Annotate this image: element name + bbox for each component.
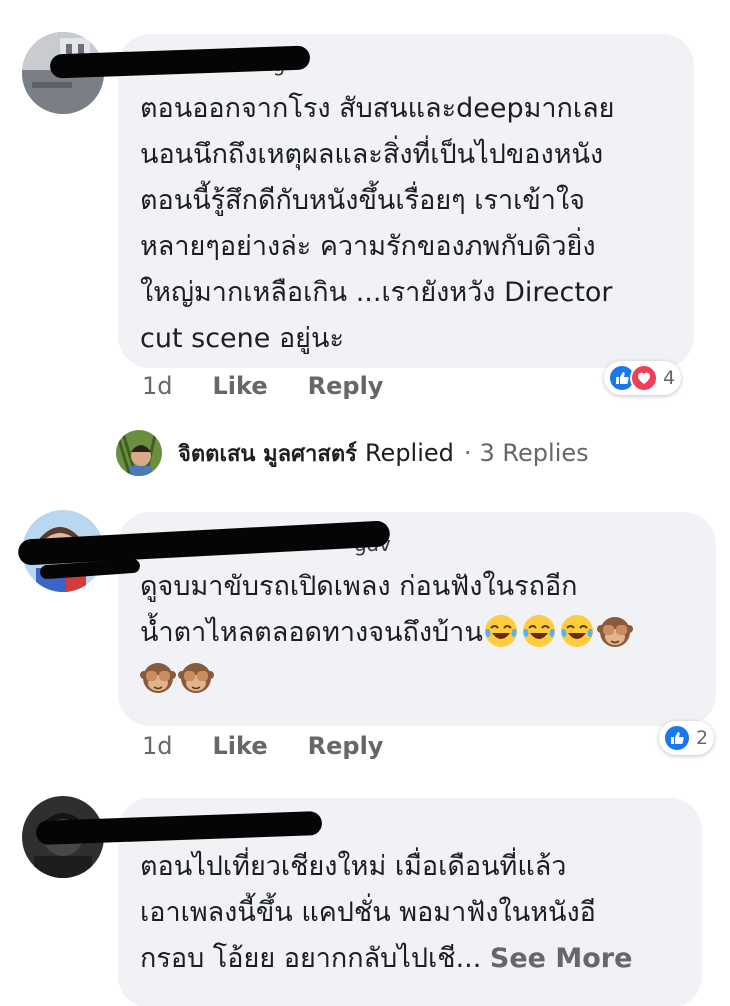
comment-meta: 1d Like Reply (142, 372, 383, 400)
comment-timestamp[interactable]: 1d (142, 732, 173, 760)
comment-timestamp[interactable]: 1d (142, 372, 173, 400)
see-no-evil-monkey-emoji (596, 617, 633, 647)
comment-text: ตอนออกจากโรง สับสนและdeepมากเลย นอนนึกถึ… (140, 86, 615, 362)
comment-line-text: น้ำตาไหลตลอดทางจนถึงบ้าน (140, 617, 483, 648)
comment-line (140, 656, 635, 702)
reaction-count: 4 (663, 367, 676, 389)
replier-name[interactable]: จิตตเสน มูลศาสตร์ (178, 436, 357, 471)
comment-line: ดูจบมาขับรถเปิดเพลง ก่อนฟังในรถอีก (140, 571, 578, 602)
comment-line-text: กรอบ โอ้ยย อยากกลับไปเชี... (140, 943, 482, 974)
love-icon (630, 364, 658, 392)
tears-of-joy-emoji (560, 615, 593, 647)
comment-text: ดูจบมาขับรถเปิดเพลง ก่อนฟังในรถอีก น้ำตา… (140, 564, 635, 702)
like-button[interactable]: Like (213, 372, 268, 400)
reaction-count: 2 (696, 727, 709, 749)
comment-line: นอนนึกถึงเหตุผลและสิ่งที่เป็นไปของหนัง (140, 139, 604, 170)
reply-count[interactable]: 3 Replies (480, 439, 589, 467)
comment-meta: 1d Like Reply (142, 732, 383, 760)
comment-text: ตอนไปเที่ยวเชียงใหม่ เมื่อเดือนที่แล้ว เ… (140, 844, 632, 982)
tears-of-joy-emoji (522, 615, 555, 647)
like-icon (663, 724, 691, 752)
reply-button[interactable]: Reply (308, 732, 384, 760)
comment-line: กรอบ โอ้ยย อยากกลับไปเชี... See More (140, 936, 632, 982)
comment-line: ตอนไปเที่ยวเชียงใหม่ เมื่อเดือนที่แล้ว (140, 851, 567, 882)
reaction-summary[interactable]: 2 (659, 721, 715, 755)
reply-button[interactable]: Reply (308, 372, 384, 400)
separator-dot: · (463, 439, 472, 467)
reply-status: Replied (364, 439, 454, 467)
comment-line: ใหญ่มากเหลือเกิน ...เรายังหวัง Director (140, 277, 613, 308)
comment-line: น้ำตาไหลตลอดทางจนถึงบ้าน (140, 610, 635, 656)
comment-line: ตอนออกจากโรง สับสนและdeepมากเลย (140, 93, 615, 124)
reaction-summary[interactable]: 4 (604, 361, 682, 395)
comment-line: หลายๆอย่างล่ะ ความรักของภพกับดิวยิ่ง (140, 231, 596, 262)
tears-of-joy-emoji (484, 615, 517, 647)
comment-line: cut scene อยู่นะ (140, 323, 344, 354)
see-no-evil-monkey-emoji (140, 663, 176, 693)
see-more-link[interactable]: See More (490, 943, 633, 974)
comment-line: ตอนนี้รู้สึกดีกับหนังขึ้นเรื่อยๆ เราเข้า… (140, 185, 585, 216)
see-no-evil-monkey-emoji (178, 663, 214, 693)
replier-avatar (116, 430, 162, 476)
view-replies-link[interactable]: จิตตเสน มูลศาสตร์ Replied · 3 Replies (116, 430, 589, 476)
comment-line: เอาเพลงนี้ขึ้น แคปชั่น พอมาฟังในหนังอี (140, 897, 596, 928)
comment-bubble: ng ตอนออกจากโรง สับสนและdeepมากเลย นอนนึ… (118, 34, 694, 368)
like-button[interactable]: Like (213, 732, 268, 760)
